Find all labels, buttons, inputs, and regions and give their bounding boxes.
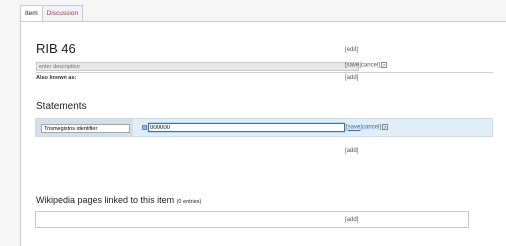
help-icon[interactable]: ? xyxy=(381,124,388,130)
aliases-label: Also known as: xyxy=(36,75,77,81)
snak-type-icon[interactable] xyxy=(142,125,147,130)
value-input[interactable] xyxy=(148,123,345,132)
save-statement-link[interactable]: save xyxy=(348,125,361,131)
add-alias-link[interactable]: [add] xyxy=(345,75,358,81)
edit-label-link[interactable]: [edit] xyxy=(345,47,358,53)
statements-heading: Statements xyxy=(36,101,87,112)
add-sitelink-link[interactable]: [add] xyxy=(345,217,358,223)
sitelinks-count: (0 entries) xyxy=(176,199,202,205)
add-statement-link[interactable]: [add] xyxy=(345,148,358,154)
tab-item[interactable]: Item xyxy=(20,5,43,22)
item-label: RIB 46 xyxy=(36,41,76,56)
description-actions: [save|cancel]? xyxy=(345,62,387,69)
save-description-link[interactable]: save xyxy=(347,63,360,69)
help-icon[interactable]: ? xyxy=(380,62,387,68)
tab-bar: Item Discussion xyxy=(20,5,84,22)
tab-discussion[interactable]: Discussion xyxy=(41,5,84,22)
property-input[interactable] xyxy=(41,124,130,133)
cancel-statement-link[interactable]: cancel xyxy=(362,125,379,131)
sitelinks-heading: Wikipedia pages linked to this item (0 e… xyxy=(36,195,202,205)
content-area: RIB 46 [edit] [save|cancel]? Also known … xyxy=(20,21,506,246)
divider xyxy=(36,72,493,73)
statement-actions: [save|cancel]? xyxy=(346,124,388,131)
description-input[interactable] xyxy=(36,62,359,71)
statement-row: [save|cancel]? xyxy=(35,118,493,137)
statement-property-cell xyxy=(36,119,133,136)
cancel-description-link[interactable]: cancel xyxy=(361,63,378,69)
sitelinks-box: [add] xyxy=(35,211,469,228)
